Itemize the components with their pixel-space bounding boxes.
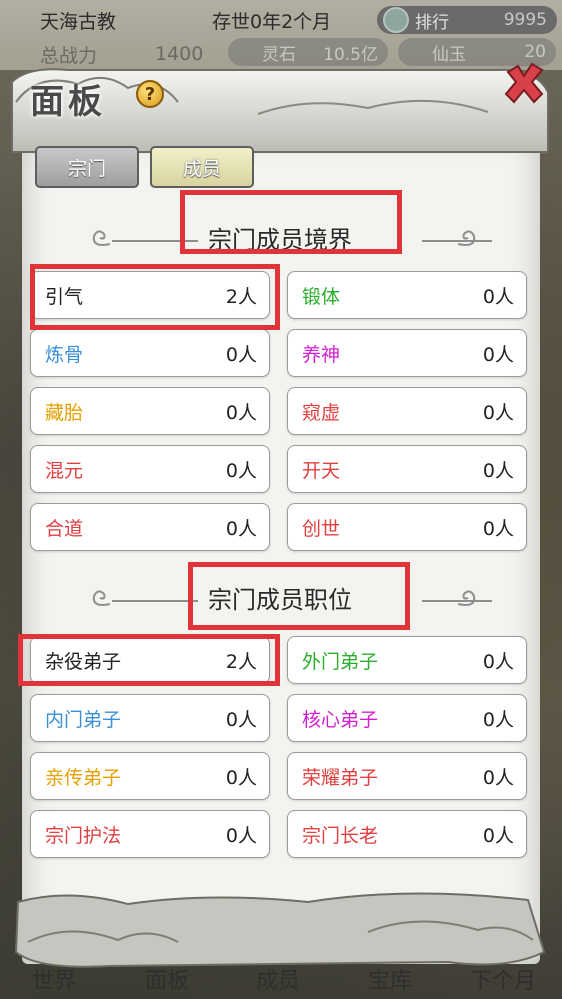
realm-label: 锻体 — [302, 285, 341, 308]
realm-label: 窥虚 — [302, 401, 341, 424]
realm-label: 养神 — [302, 343, 341, 366]
realm-cell[interactable]: 养神 0人 — [287, 329, 527, 377]
spirit-stone-label: 灵石 — [262, 44, 296, 65]
position-cell[interactable]: 内门弟子 0人 — [30, 694, 270, 742]
realm-label: 炼骨 — [45, 343, 84, 366]
position-cell[interactable]: 宗门护法 0人 — [30, 810, 270, 858]
position-cell[interactable]: 宗门长老 0人 — [287, 810, 527, 858]
realm-cell[interactable]: 混元 0人 — [30, 445, 270, 493]
sect-name: 天海古教 — [40, 10, 117, 33]
realm-label: 合道 — [45, 517, 84, 540]
panel-dialog: 面板 ? 宗门 成员 宗门成员境界 宗门成员职位 引气 2人 锻体 0人 炼骨 0人 养神 0… — [8, 62, 552, 968]
top-status-row: 天海古教 存世0年2个月 排行 9995 — [0, 4, 562, 36]
position-count: 0人 — [482, 708, 514, 731]
position-label: 杂役弟子 — [45, 650, 122, 673]
realm-count: 0人 — [482, 343, 514, 366]
position-label: 宗门长老 — [302, 824, 379, 847]
scroll-ornament-icon — [457, 590, 476, 606]
tab-sect[interactable]: 宗门 — [35, 146, 139, 188]
realm-label: 混元 — [45, 459, 84, 482]
realm-label: 开天 — [302, 459, 341, 482]
position-label: 宗门护法 — [45, 824, 122, 847]
position-count: 2人 — [225, 650, 257, 673]
tab-members[interactable]: 成员 — [150, 146, 254, 188]
realm-label: 创世 — [302, 517, 341, 540]
scroll-ornament-icon — [92, 590, 111, 606]
scroll-ornament-icon — [457, 230, 476, 246]
realm-count: 0人 — [482, 459, 514, 482]
rank-value: 9995 — [503, 10, 547, 30]
realm-cell[interactable]: 合道 0人 — [30, 503, 270, 551]
position-label: 亲传弟子 — [45, 766, 122, 789]
position-section-header: 宗门成员职位 — [30, 572, 530, 622]
position-cell[interactable]: 荣耀弟子 0人 — [287, 752, 527, 800]
realm-cell[interactable]: 炼骨 0人 — [30, 329, 270, 377]
realm-cell[interactable]: 创世 0人 — [287, 503, 527, 551]
position-section-title: 宗门成员职位 — [208, 585, 352, 614]
realm-count: 0人 — [225, 459, 257, 482]
rank-icon — [383, 7, 409, 33]
header-divider — [112, 600, 198, 602]
immortal-jade-value: 20 — [524, 42, 546, 62]
panel-footer-cloud-decoration — [14, 892, 546, 968]
spirit-stone-value: 10.5亿 — [323, 44, 378, 65]
position-cell[interactable]: 杂役弟子 2人 — [30, 636, 270, 684]
realm-count: 0人 — [482, 517, 514, 540]
position-count: 0人 — [482, 650, 514, 673]
position-count: 0人 — [225, 824, 257, 847]
realm-count: 0人 — [225, 401, 257, 424]
realm-section-header: 宗门成员境界 — [30, 212, 530, 262]
position-label: 外门弟子 — [302, 650, 379, 673]
realm-count: 0人 — [482, 401, 514, 424]
position-cell[interactable]: 核心弟子 0人 — [287, 694, 527, 742]
panel-title: 面板 — [30, 82, 106, 122]
position-cell[interactable]: 亲传弟子 0人 — [30, 752, 270, 800]
realm-cell[interactable]: 窥虚 0人 — [287, 387, 527, 435]
realm-section-title: 宗门成员境界 — [208, 225, 352, 254]
help-icon[interactable]: ? — [136, 80, 164, 108]
realm-count: 0人 — [225, 343, 257, 366]
header-divider — [112, 240, 198, 242]
rank-button[interactable]: 排行 9995 — [377, 6, 557, 34]
realm-cell[interactable]: 引气 2人 — [30, 271, 270, 319]
realm-label: 藏胎 — [45, 401, 84, 424]
rank-label: 排行 — [415, 12, 449, 33]
realm-count: 0人 — [225, 517, 257, 540]
realm-count: 0人 — [482, 285, 514, 308]
realm-cell[interactable]: 藏胎 0人 — [30, 387, 270, 435]
position-label: 内门弟子 — [45, 708, 122, 731]
realm-cell[interactable]: 锻体 0人 — [287, 271, 527, 319]
immortal-jade-label: 仙玉 — [432, 44, 466, 65]
position-cell[interactable]: 外门弟子 0人 — [287, 636, 527, 684]
scroll-ornament-icon — [92, 230, 111, 246]
position-count: 0人 — [482, 824, 514, 847]
sect-age: 存世0年2个月 — [212, 10, 332, 33]
realm-cell[interactable]: 开天 0人 — [287, 445, 527, 493]
position-count: 0人 — [482, 766, 514, 789]
position-label: 荣耀弟子 — [302, 766, 379, 789]
position-count: 0人 — [225, 708, 257, 731]
realm-count: 2人 — [225, 285, 257, 308]
position-label: 核心弟子 — [302, 708, 379, 731]
position-count: 0人 — [225, 766, 257, 789]
realm-label: 引气 — [45, 285, 84, 308]
close-icon[interactable] — [502, 62, 546, 106]
